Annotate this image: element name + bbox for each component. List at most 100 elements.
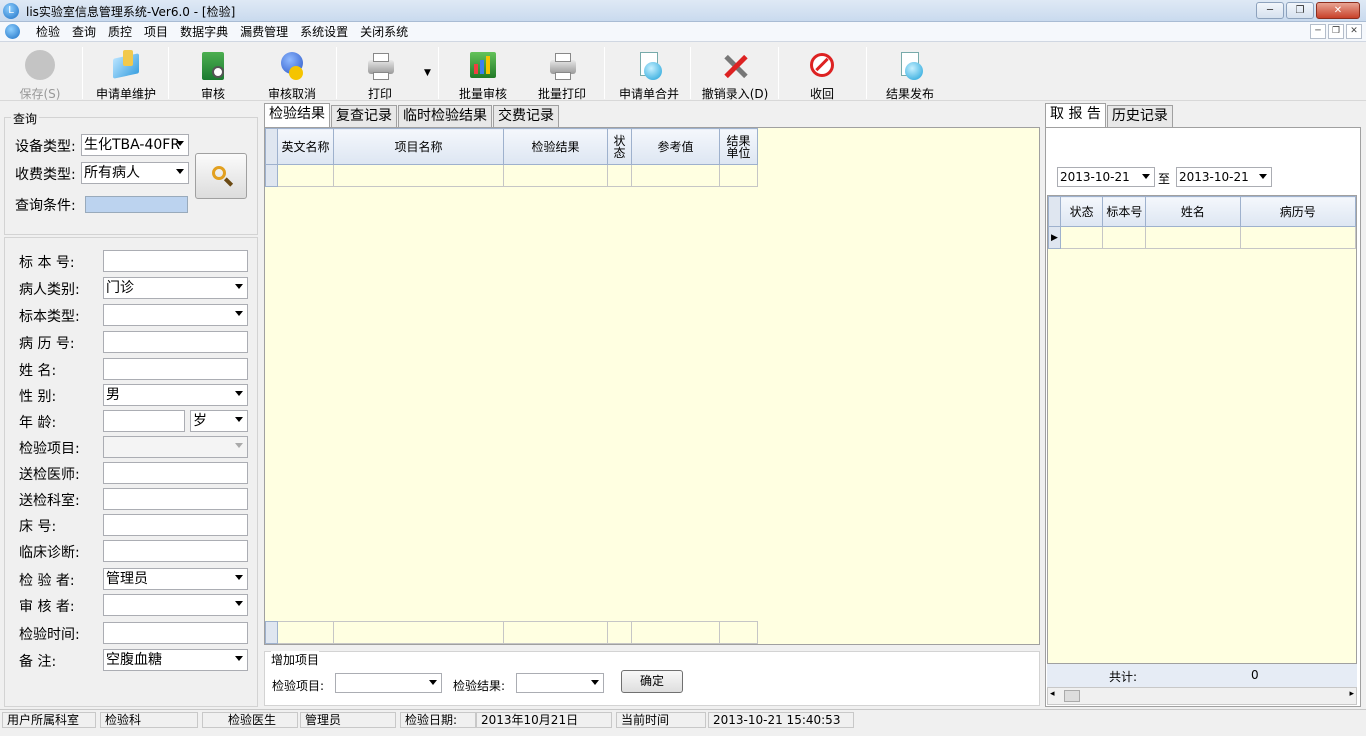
search-button[interactable] [195, 153, 247, 199]
review-icon [196, 50, 230, 84]
review-button[interactable]: 审核 [186, 46, 240, 101]
mdi-icon[interactable] [5, 24, 20, 39]
status-user-dept-label: 用户所属科室 [2, 712, 96, 728]
user-cancel-icon [275, 50, 309, 84]
status-now: 2013-10-21 15:40:53 [708, 712, 854, 728]
menu-item-dictionary[interactable]: 数据字典 [174, 24, 234, 40]
test-time-input[interactable] [103, 622, 248, 644]
table-row[interactable]: ▶ [1048, 226, 1356, 249]
test-item-label: 检验项目: [19, 441, 80, 457]
patient-type-select[interactable]: 门诊 [103, 277, 248, 299]
review-cancel-button[interactable]: 审核取消 [262, 46, 322, 101]
mdi-restore-button[interactable]: ❐ [1328, 24, 1344, 39]
save-button[interactable]: 保存(S) [12, 46, 68, 101]
table-row[interactable] [265, 164, 758, 187]
grid-footer-row [265, 621, 758, 644]
record-no-input[interactable] [103, 331, 248, 353]
col-english-name[interactable]: 英文名称 [277, 128, 334, 165]
batch-printer-icon [545, 50, 579, 84]
publish-button[interactable]: 结果发布 [880, 46, 940, 101]
batch-print-button[interactable]: 批量打印 [532, 46, 592, 101]
specimen-type-select[interactable] [103, 304, 248, 326]
add-item-title: 增加项目 [271, 651, 320, 668]
name-label: 姓 名: [19, 363, 57, 379]
status-doctor: 管理员 [300, 712, 396, 728]
tab-recheck[interactable]: 复查记录 [331, 105, 397, 127]
menu-item-test[interactable]: 检验 [30, 24, 66, 40]
bed-input[interactable] [103, 514, 248, 536]
query-group-title: 查询 [11, 110, 40, 127]
menu-item-settings[interactable]: 系统设置 [294, 24, 354, 40]
report-grid[interactable]: 状态 标本号 姓名 病历号 ▶ [1047, 195, 1357, 688]
col-state[interactable]: 状态 [1059, 196, 1104, 227]
batch-review-icon [466, 50, 500, 84]
tab-history[interactable]: 历史记录 [1106, 105, 1173, 127]
col-item-name[interactable]: 项目名称 [333, 128, 504, 165]
toolbar: 保存(S) 申请单维护 审核 审核取消 打印 批量审核 批量打印 申请单合并 撤… [0, 43, 1366, 101]
add-item-select[interactable] [335, 673, 442, 693]
col-reference[interactable]: 参考值 [631, 128, 720, 165]
dept-input[interactable] [103, 488, 248, 510]
center-panel: 检验结果 复查记录 临时检验结果 交费记录 英文名称 项目名称 检验结果 状态 … [262, 103, 1042, 708]
gender-select[interactable]: 男 [103, 384, 248, 406]
confirm-button[interactable]: 确定 [621, 670, 683, 693]
test-item-select[interactable] [103, 436, 248, 458]
fee-type-select[interactable]: 所有病人 [81, 162, 189, 184]
age-unit-select[interactable]: 岁 [190, 410, 248, 432]
status-user-dept: 检验科 [100, 712, 198, 728]
close-button[interactable]: ✕ [1316, 2, 1360, 19]
col-record-no[interactable]: 病历号 [1239, 196, 1356, 227]
print-button[interactable]: 打印 [356, 46, 404, 101]
total-value: 0 [1251, 668, 1259, 682]
restore-button[interactable]: ❐ [1286, 2, 1314, 19]
doctor-input[interactable] [103, 462, 248, 484]
menu-item-missed-fee[interactable]: 漏费管理 [234, 24, 294, 40]
tab-payment[interactable]: 交费记录 [493, 105, 559, 127]
col-specimen-no[interactable]: 标本号 [1102, 196, 1147, 227]
window-title: lis实验室信息管理系统-Ver6.0 - [检验] [26, 5, 236, 19]
add-result-select[interactable] [516, 673, 604, 693]
tab-temp-result[interactable]: 临时检验结果 [398, 105, 492, 127]
col-result[interactable]: 检验结果 [503, 128, 608, 165]
date-to-picker[interactable]: 2013-10-21 [1176, 167, 1272, 187]
device-type-select[interactable]: 生化TBA-40FR [81, 134, 189, 156]
test-time-label: 检验时间: [19, 627, 80, 643]
undo-entry-button[interactable]: 撤销录入(D) [698, 46, 772, 101]
tab-test-result[interactable]: 检验结果 [264, 103, 330, 127]
menu-item-project[interactable]: 项目 [138, 24, 174, 40]
recall-button[interactable]: 收回 [798, 46, 846, 101]
diagnosis-input[interactable] [103, 540, 248, 562]
name-input[interactable] [103, 358, 248, 380]
total-row: 共计: 0 [1047, 663, 1357, 687]
menu-item-close-system[interactable]: 关闭系统 [354, 24, 414, 40]
col-unit[interactable]: 结果单位 [719, 128, 758, 165]
reviewer-label: 审 核 者: [19, 599, 75, 615]
reviewer-select[interactable] [103, 594, 248, 616]
col-name[interactable]: 姓名 [1145, 196, 1241, 227]
merge-request-button[interactable]: 申请单合并 [614, 46, 684, 101]
specimen-no-input[interactable] [103, 250, 248, 272]
tester-select[interactable]: 管理员 [103, 568, 248, 590]
menu-bar: 检验 查询 质控 项目 数据字典 漏费管理 系统设置 关闭系统 ─ ❐ ✕ [0, 22, 1366, 42]
right-panel: 取 报 告 历史记录 2013-10-21 至 2013-10-21 状态 标本… [1043, 103, 1363, 708]
add-result-label: 检验结果: [453, 679, 506, 693]
fee-type-label: 收费类型: [15, 167, 76, 183]
date-from-picker[interactable]: 2013-10-21 [1057, 167, 1155, 187]
row-header-corner [265, 128, 278, 165]
age-input[interactable] [103, 410, 185, 432]
request-maintain-button[interactable]: 申请单维护 [90, 46, 162, 101]
remark-select[interactable]: 空腹血糖 [103, 649, 248, 671]
menu-item-query[interactable]: 查询 [66, 24, 102, 40]
horizontal-scrollbar[interactable]: ◂ ▸ [1047, 687, 1357, 705]
tab-fetch-report[interactable]: 取 报 告 [1045, 103, 1106, 127]
result-grid[interactable]: 英文名称 项目名称 检验结果 状态 参考值 结果单位 [264, 127, 1040, 645]
col-status[interactable]: 状态 [607, 128, 632, 165]
query-condition-input[interactable] [85, 196, 188, 213]
mdi-close-button[interactable]: ✕ [1346, 24, 1362, 39]
minimize-button[interactable]: ─ [1256, 2, 1284, 19]
menu-item-qc[interactable]: 质控 [102, 24, 138, 40]
mdi-minimize-button[interactable]: ─ [1310, 24, 1326, 39]
status-now-label: 当前时间 [616, 712, 706, 728]
batch-review-button[interactable]: 批量审核 [452, 46, 514, 101]
print-dropdown-arrow-icon[interactable]: ▼ [424, 68, 431, 78]
